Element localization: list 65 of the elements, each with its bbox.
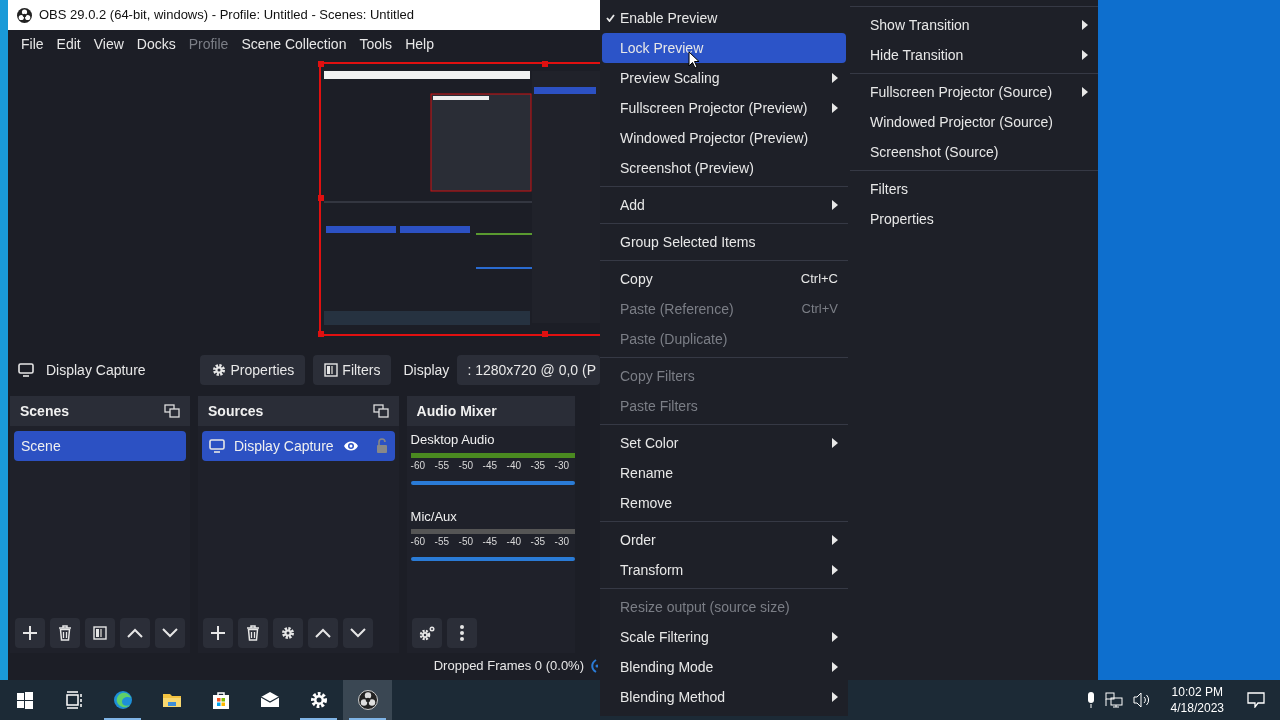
menu-item[interactable]: Copy Ctrl+C xyxy=(602,264,846,294)
shortcut-text: Ctrl+C xyxy=(800,270,838,289)
scale-label: -60 xyxy=(410,458,427,473)
menu-item[interactable]: Windowed Projector (Preview) xyxy=(602,123,846,153)
menu-item[interactable]: Docks xyxy=(132,33,180,55)
dock-title: Sources xyxy=(208,401,264,421)
menu-item[interactable]: Blending Mode xyxy=(602,652,846,682)
scale-label: -50 xyxy=(458,535,475,549)
menu-item[interactable]: Add xyxy=(602,190,846,220)
menu-item[interactable]: Windowed Projector (Source) xyxy=(852,107,1096,137)
display-dropdown[interactable]: : 1280x720 @ 0,0 (P xyxy=(457,355,600,385)
menu-item[interactable]: Scene Collection xyxy=(237,33,351,55)
source-name: Display Capture xyxy=(46,360,146,380)
scale-label: -30 xyxy=(554,458,571,473)
menu-item[interactable]: Rename xyxy=(602,458,846,488)
menu-item[interactable]: Edit xyxy=(52,33,85,55)
menu-item[interactable]: Tools xyxy=(355,33,397,55)
menu-item[interactable]: Transform xyxy=(602,555,846,585)
scale-label: -35 xyxy=(530,535,547,549)
menu-item[interactable]: Filters xyxy=(852,174,1096,204)
menu-item[interactable]: Remove xyxy=(602,488,846,518)
scale-label: -30 xyxy=(554,535,571,549)
menu-item[interactable]: Enable Preview xyxy=(602,3,846,33)
menu-item[interactable]: Set Color xyxy=(602,428,846,458)
menu-item[interactable]: Preview Scaling xyxy=(602,63,846,93)
source-item[interactable]: Display Capture xyxy=(202,431,395,461)
scale-label: -55 xyxy=(434,535,451,549)
menu-item[interactable]: Properties xyxy=(852,204,1096,234)
channel-name: Mic/Aux xyxy=(410,507,458,526)
menu-item[interactable]: Fullscreen Projector (Source) xyxy=(852,77,1096,107)
scale-label: -35 xyxy=(530,458,547,473)
clock-date: 4/18/2023 xyxy=(1170,700,1224,716)
clock[interactable]: 10:02 PM 4/18/2023 xyxy=(1162,684,1232,716)
channel-name: Desktop Audio xyxy=(410,431,496,449)
menu-item[interactable]: Order xyxy=(602,525,846,555)
menu-item[interactable]: Show Transition xyxy=(852,10,1096,40)
menu-item[interactable]: Screenshot (Source) xyxy=(852,137,1096,167)
menu-item[interactable]: Scale Filtering xyxy=(602,622,846,652)
toolbar-button[interactable]: Filters xyxy=(313,355,392,385)
dropped-frames: Dropped Frames 0 (0.0%) xyxy=(433,655,584,676)
dock-title: Audio Mixer xyxy=(416,401,497,421)
dock-title: Scenes xyxy=(20,401,70,421)
scale-label: -50 xyxy=(458,458,475,473)
source-label: Display Capture xyxy=(234,436,334,456)
menu-item[interactable]: Group Selected Items xyxy=(602,227,846,257)
scale-label: -60 xyxy=(410,535,427,549)
clock-time: 10:02 PM xyxy=(1171,684,1223,700)
menu-item[interactable]: File xyxy=(17,33,48,55)
shortcut-text: Ctrl+V xyxy=(801,300,838,319)
menu-item[interactable]: Hide Transition xyxy=(852,40,1096,70)
scale-label: -45 xyxy=(482,458,499,473)
menu-item[interactable]: Help xyxy=(401,33,438,55)
display-label: Display xyxy=(403,360,450,380)
scale-label: -40 xyxy=(506,458,523,473)
scale-label: -40 xyxy=(506,535,523,549)
scale-label: -45 xyxy=(482,535,499,549)
menu-item[interactable]: Blending Method xyxy=(602,682,846,712)
toolbar-button[interactable]: Properties xyxy=(199,355,306,385)
window-title: OBS 29.0.2 (64-bit, windows) - Profile: Untitled - Scenes: Untitled xyxy=(39,6,414,25)
menu-item[interactable]: Lock Preview xyxy=(602,33,846,63)
menu-item[interactable]: Fullscreen Projector (Preview) xyxy=(602,93,846,123)
menu-item[interactable]: Screenshot (Preview) xyxy=(602,153,846,183)
menu-item[interactable]: View xyxy=(89,33,128,55)
scale-label: -55 xyxy=(434,458,451,473)
scene-item[interactable]: Scene xyxy=(14,431,186,461)
